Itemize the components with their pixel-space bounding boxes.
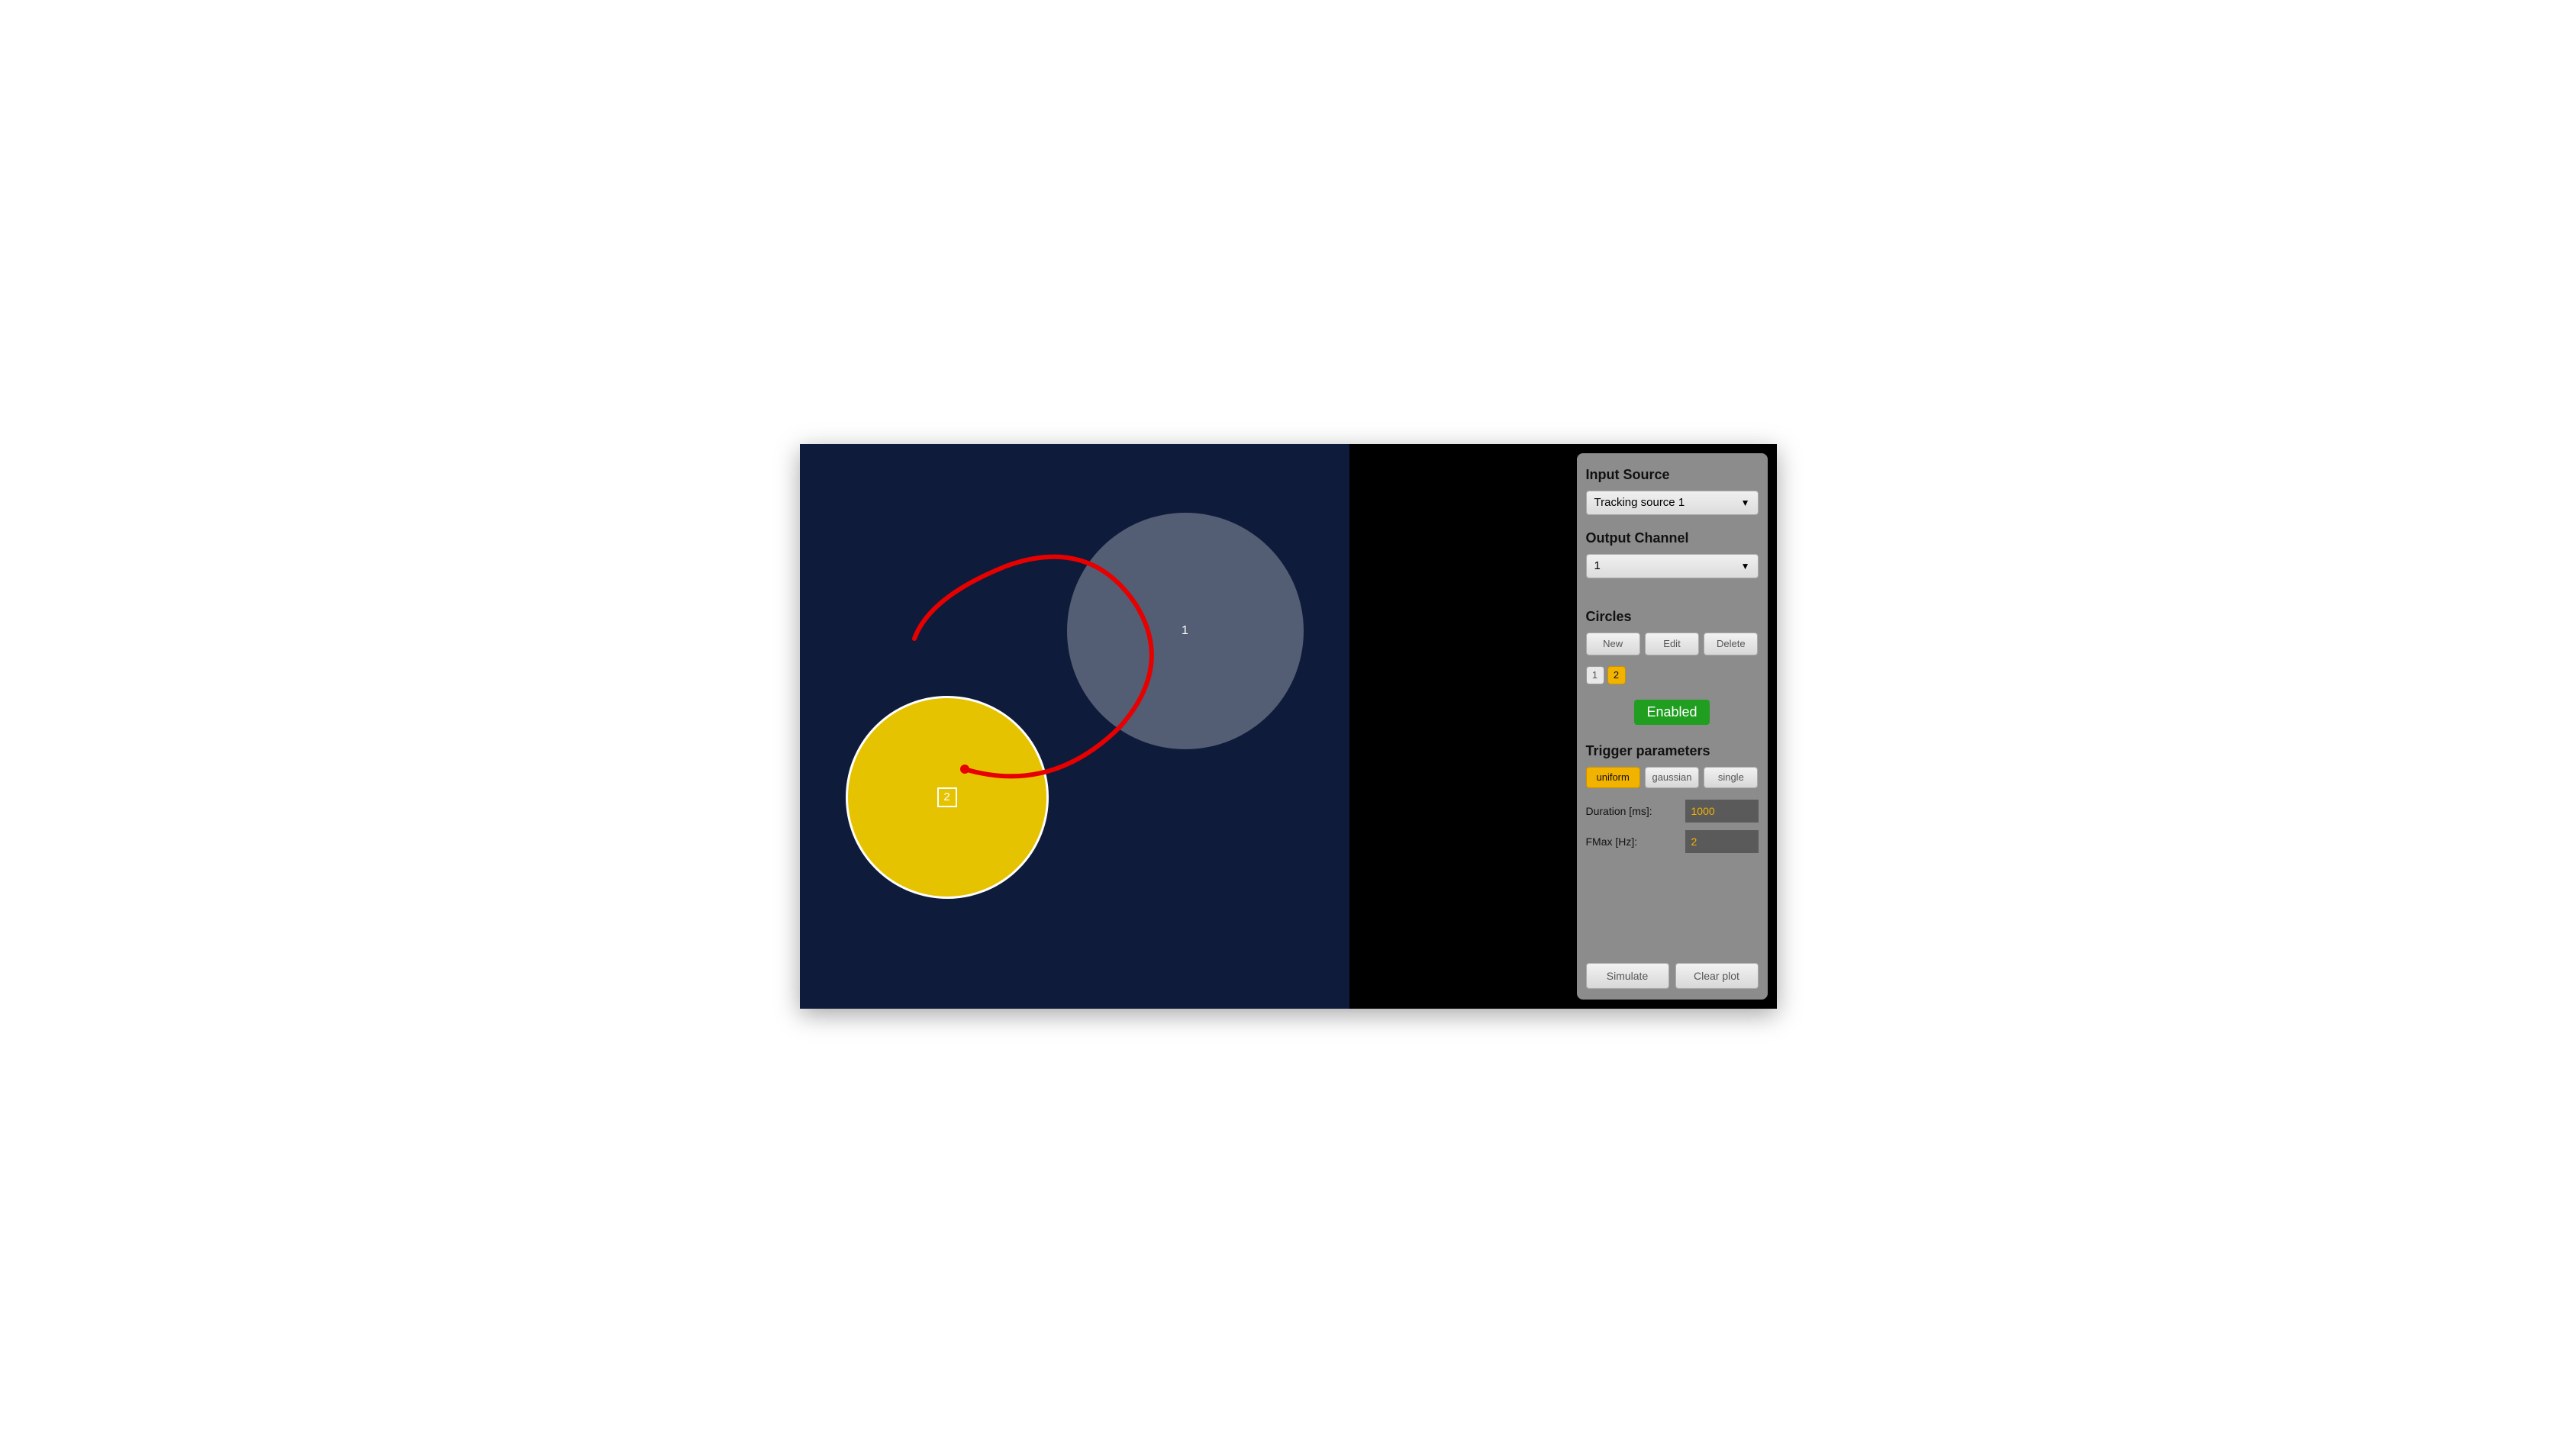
trigger-mode-segments: uniform gaussian single	[1586, 767, 1759, 788]
control-panel: Input Source Tracking source 1 ▼ Output …	[1577, 453, 1768, 1000]
circle-chips: 1 2	[1586, 666, 1759, 684]
duration-input[interactable]: 1000	[1685, 800, 1759, 823]
circles-label: Circles	[1586, 609, 1759, 625]
edit-button[interactable]: Edit	[1645, 633, 1699, 655]
trigger-mode-uniform[interactable]: uniform	[1586, 767, 1640, 788]
dropdown-value: 1	[1594, 559, 1601, 572]
clear-plot-button[interactable]: Clear plot	[1675, 963, 1759, 989]
black-spacer	[1349, 444, 1577, 1009]
trigger-params-label: Trigger parameters	[1586, 743, 1759, 759]
circles-button-row: New Edit Delete	[1586, 633, 1759, 655]
trajectory-head-dot	[960, 765, 969, 774]
footer-buttons: Simulate Clear plot	[1586, 963, 1759, 989]
new-button[interactable]: New	[1586, 633, 1640, 655]
plot-circle-2[interactable]: 2	[846, 696, 1049, 899]
circle-label: 2	[943, 790, 949, 803]
tracking-plot[interactable]: 1 2	[800, 444, 1349, 1009]
duration-label: Duration [ms]:	[1586, 805, 1685, 817]
simulate-button[interactable]: Simulate	[1586, 963, 1669, 989]
duration-row: Duration [ms]: 1000	[1586, 799, 1759, 823]
fmax-input[interactable]: 2	[1685, 830, 1759, 853]
output-channel-dropdown[interactable]: 1 ▼	[1586, 554, 1759, 578]
chevron-down-icon: ▼	[1741, 561, 1750, 571]
input-source-dropdown[interactable]: Tracking source 1 ▼	[1586, 491, 1759, 515]
input-source-label: Input Source	[1586, 467, 1759, 483]
circle-label: 1	[1182, 624, 1188, 638]
enabled-badge[interactable]: Enabled	[1634, 700, 1709, 725]
fmax-label: FMax [Hz]:	[1586, 835, 1685, 848]
circle-chip-1[interactable]: 1	[1586, 666, 1604, 684]
trigger-mode-single[interactable]: single	[1704, 767, 1758, 788]
delete-button[interactable]: Delete	[1704, 633, 1758, 655]
output-channel-label: Output Channel	[1586, 530, 1759, 546]
fmax-row: FMax [Hz]: 2	[1586, 829, 1759, 854]
trigger-mode-gaussian[interactable]: gaussian	[1645, 767, 1699, 788]
circle-label-box: 2	[937, 787, 957, 807]
dropdown-value: Tracking source 1	[1594, 496, 1685, 509]
circle-chip-2[interactable]: 2	[1607, 666, 1626, 684]
plot-circle-1[interactable]: 1	[1067, 513, 1304, 749]
app-window: 1 2 Input Source Tracking source 1 ▼ Out…	[800, 444, 1777, 1009]
chevron-down-icon: ▼	[1741, 497, 1750, 508]
spacer	[1586, 591, 1759, 601]
